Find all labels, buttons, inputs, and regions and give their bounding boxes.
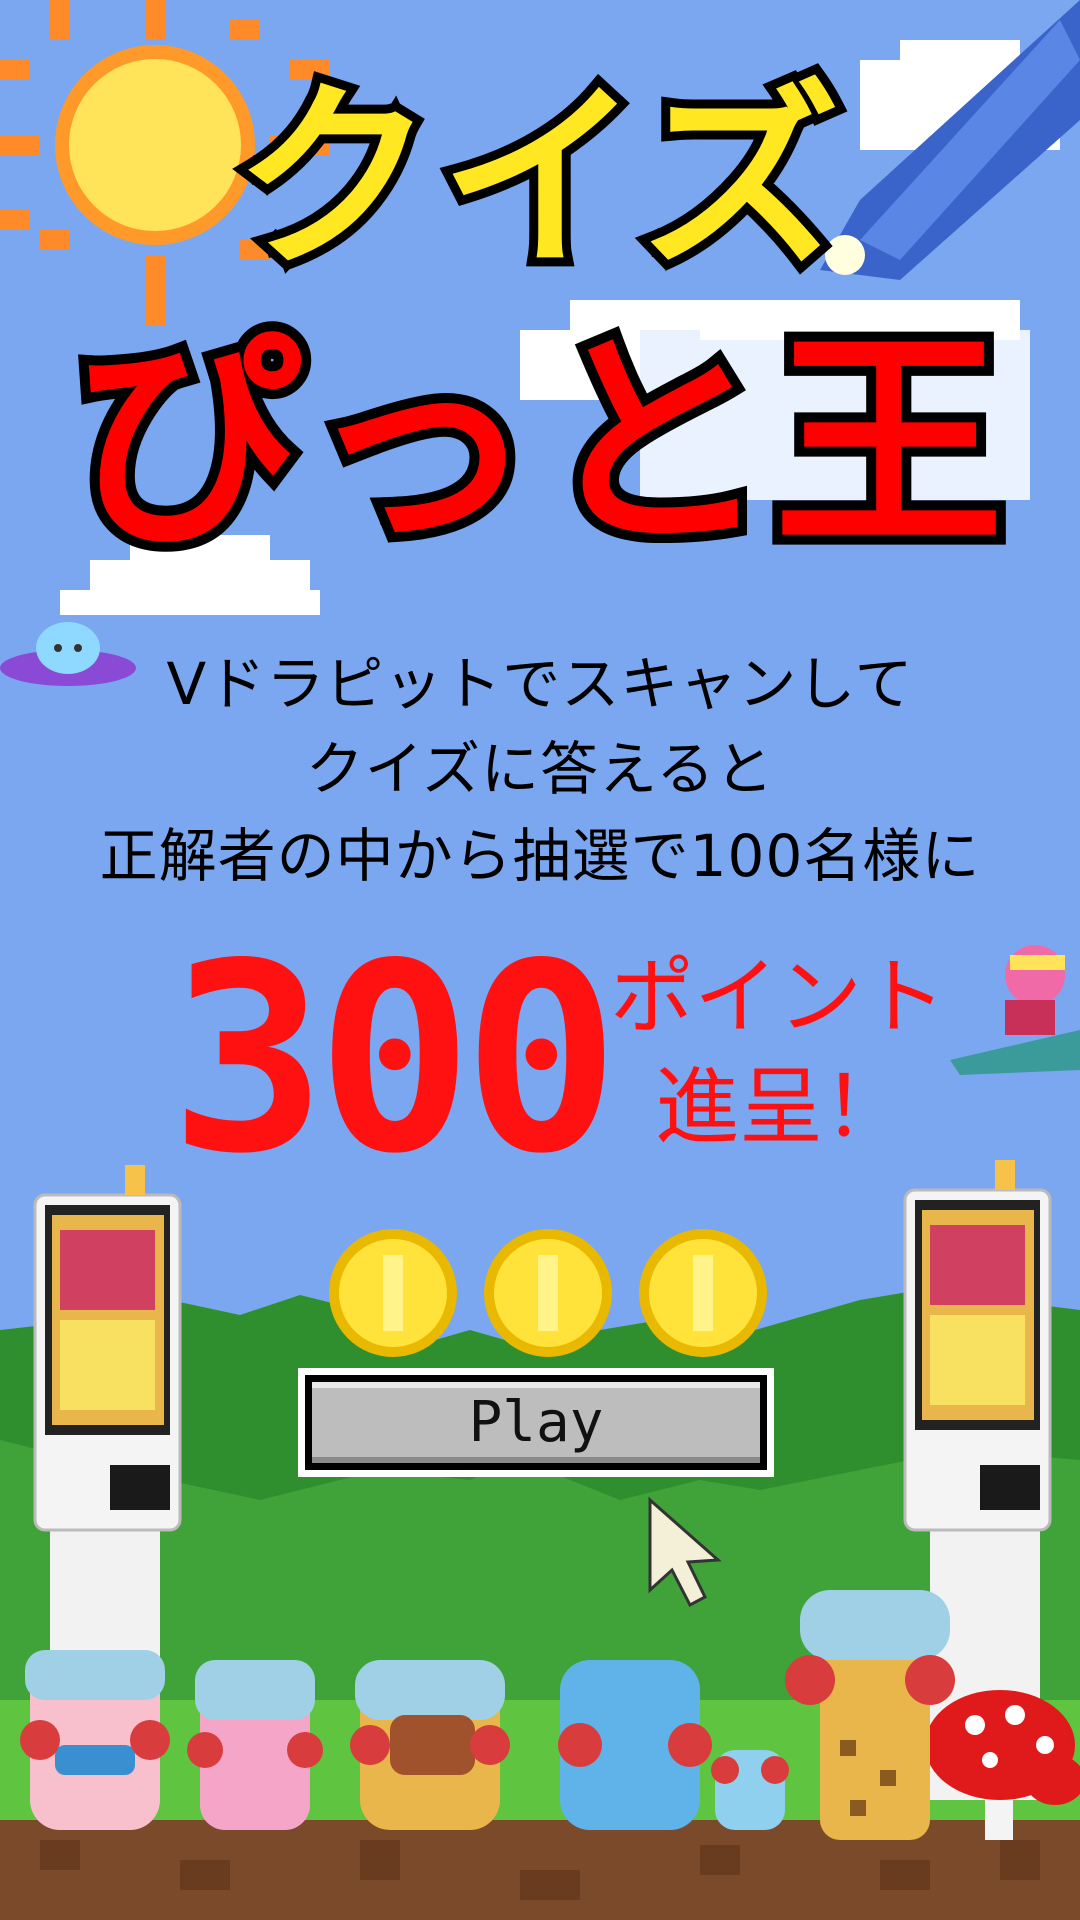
coin-icon: [329, 1229, 457, 1357]
coin-icon: [484, 1229, 612, 1357]
prize-unit: ポイント: [610, 948, 947, 1046]
play-button[interactable]: Play: [305, 1375, 767, 1470]
description-line2: クイズに答えると: [305, 735, 775, 803]
prize-suffix: 進呈！: [655, 1058, 908, 1156]
character-lion: [350, 1660, 510, 1830]
character-rabbit: [187, 1660, 323, 1830]
title-line1: クイズ: [225, 63, 849, 296]
prize-amount: 300: [170, 909, 620, 1211]
description-line3: 正解者の中から抽選で100名様に: [99, 822, 981, 890]
description-line1: Vドラピットでスキャンして: [166, 650, 914, 718]
coin-icon: [639, 1229, 767, 1357]
title-line2: ぴっと王: [62, 311, 1014, 578]
coin-row: [329, 1229, 767, 1357]
character-penguin: [20, 1650, 170, 1830]
